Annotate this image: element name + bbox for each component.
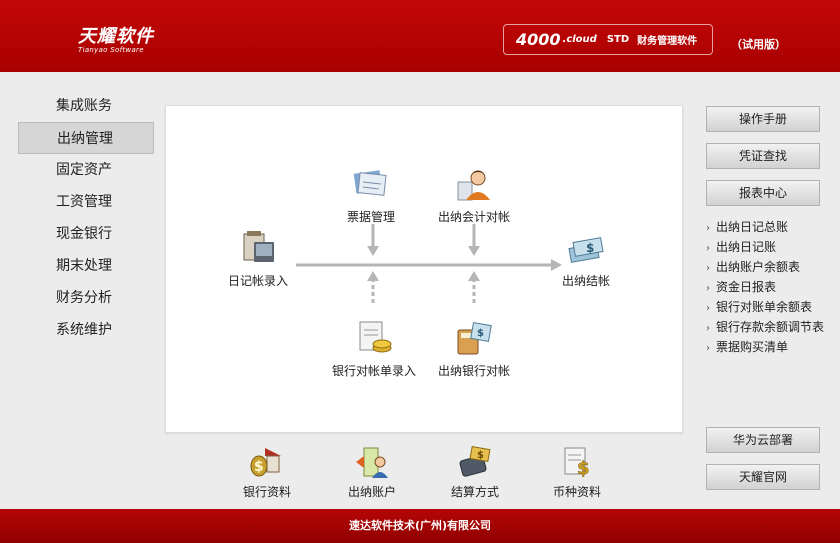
voucher-search-button[interactable]: 凭证查找 bbox=[706, 143, 820, 169]
calculator-money-icon: $ bbox=[457, 321, 492, 355]
currency-info-tool[interactable]: $ 币种资料 bbox=[553, 444, 601, 500]
bank-info-tool[interactable]: $ 银行资料 bbox=[243, 444, 291, 500]
cashier-accounting-reconcile-node[interactable]: 出纳会计对帐 bbox=[438, 164, 510, 225]
svg-text:$: $ bbox=[586, 241, 594, 255]
workflow-panel: 日记帐录入 票据管理 出纳会计对帐 $ 出纳结帐 银行对帐单录入 $ 出纳银行对… bbox=[165, 105, 683, 433]
bill-management-node[interactable]: 票据管理 bbox=[347, 164, 395, 225]
manual-button[interactable]: 操作手册 bbox=[706, 106, 820, 132]
nav-item-period-end[interactable]: 期末处理 bbox=[18, 250, 154, 282]
person-icon bbox=[457, 170, 490, 201]
trial-label: （试用版） bbox=[731, 38, 786, 51]
money-stack-icon: $ bbox=[568, 237, 604, 263]
report-list: › 出纳日记总账 › 出纳日记账 › 出纳账户余额表 › 资金日报表 › 银行对账单余额表… bbox=[706, 217, 824, 357]
chevron-right-icon: › bbox=[706, 303, 710, 314]
nav-item-cashier-management[interactable]: 出纳管理 bbox=[18, 122, 154, 154]
cashier-bank-reconcile-node[interactable]: $ 出纳银行对帐 bbox=[438, 318, 510, 379]
ledger-book-icon bbox=[243, 231, 274, 262]
report-link[interactable]: › 银行对账单余额表 bbox=[706, 297, 820, 317]
card-terminal-icon: $ bbox=[459, 445, 491, 477]
nav-item-fixed-assets[interactable]: 固定资产 bbox=[18, 154, 154, 186]
bills-icon bbox=[353, 170, 387, 196]
report-link[interactable]: › 票据购买清单 bbox=[706, 337, 820, 357]
svg-text:$: $ bbox=[477, 328, 484, 339]
nav-item-cash-bank[interactable]: 现金银行 bbox=[18, 218, 154, 250]
settlement-method-tool[interactable]: $ 结算方式 bbox=[451, 444, 499, 500]
report-link[interactable]: › 资金日报表 bbox=[706, 277, 820, 297]
journal-entry-node[interactable]: 日记帐录入 bbox=[228, 228, 288, 289]
nav-item-financial-analysis[interactable]: 财务分析 bbox=[18, 282, 154, 314]
statement-coins-icon bbox=[359, 321, 392, 353]
chevron-right-icon: › bbox=[706, 323, 710, 334]
nav-item-payroll[interactable]: 工资管理 bbox=[18, 186, 154, 218]
report-link[interactable]: › 出纳日记总账 bbox=[706, 217, 820, 237]
bottom-toolbar: $ 银行资料 出纳账户 $ 结算方式 $ 币种资料 bbox=[0, 444, 840, 504]
report-link[interactable]: › 出纳账户余额表 bbox=[706, 257, 820, 277]
currency-doc-icon: $ bbox=[564, 447, 590, 479]
app-header: 天耀软件 Tianyao Software 4000 .cloud STD 财务… bbox=[0, 0, 840, 72]
logo-chinese: 天耀软件 bbox=[78, 26, 154, 47]
cashier-closing-node[interactable]: $ 出纳结帐 bbox=[562, 228, 610, 289]
brand-logo: 天耀软件 Tianyao Software bbox=[78, 22, 154, 54]
bank-statement-entry-node[interactable]: 银行对帐单录入 bbox=[332, 318, 416, 379]
svg-text:$: $ bbox=[254, 459, 264, 475]
report-link[interactable]: › 银行存款余额调节表 bbox=[706, 317, 824, 337]
chevron-right-icon: › bbox=[706, 223, 710, 234]
product-name: 财务管理软件 bbox=[637, 36, 698, 47]
nav-item-integrated-accounts[interactable]: 集成账务 bbox=[18, 90, 154, 122]
chevron-right-icon: › bbox=[706, 263, 710, 274]
product-edition: STD bbox=[606, 34, 630, 45]
right-sidebar: 操作手册 凭证查找 报表中心 › 出纳日记总账 › 出纳日记账 › 出纳账户余额表 ›… bbox=[706, 106, 824, 357]
nav-item-system-maintenance[interactable]: 系统维护 bbox=[18, 314, 154, 346]
module-nav: 集成账务 出纳管理 固定资产 工资管理 现金银行 期末处理 财务分析 系统维护 bbox=[18, 90, 154, 346]
cashier-account-tool[interactable]: 出纳账户 bbox=[348, 444, 396, 500]
company-footer: 速达软件技术(广州)有限公司 bbox=[0, 509, 840, 543]
bank-money-icon: $ bbox=[250, 448, 281, 477]
chevron-right-icon: › bbox=[706, 243, 710, 254]
chevron-right-icon: › bbox=[706, 343, 710, 354]
report-center-button[interactable]: 报表中心 bbox=[706, 180, 820, 206]
user-account-icon bbox=[356, 447, 388, 478]
svg-text:$: $ bbox=[477, 450, 484, 461]
report-link[interactable]: › 出纳日记账 bbox=[706, 237, 820, 257]
product-badge: 4000 .cloud STD 财务管理软件 bbox=[503, 24, 713, 55]
product-number: 4000 bbox=[516, 30, 561, 49]
logo-english: Tianyao Software bbox=[78, 46, 144, 54]
chevron-right-icon: › bbox=[706, 283, 710, 294]
product-cloud: .cloud bbox=[562, 34, 597, 45]
svg-text:$: $ bbox=[577, 458, 590, 479]
